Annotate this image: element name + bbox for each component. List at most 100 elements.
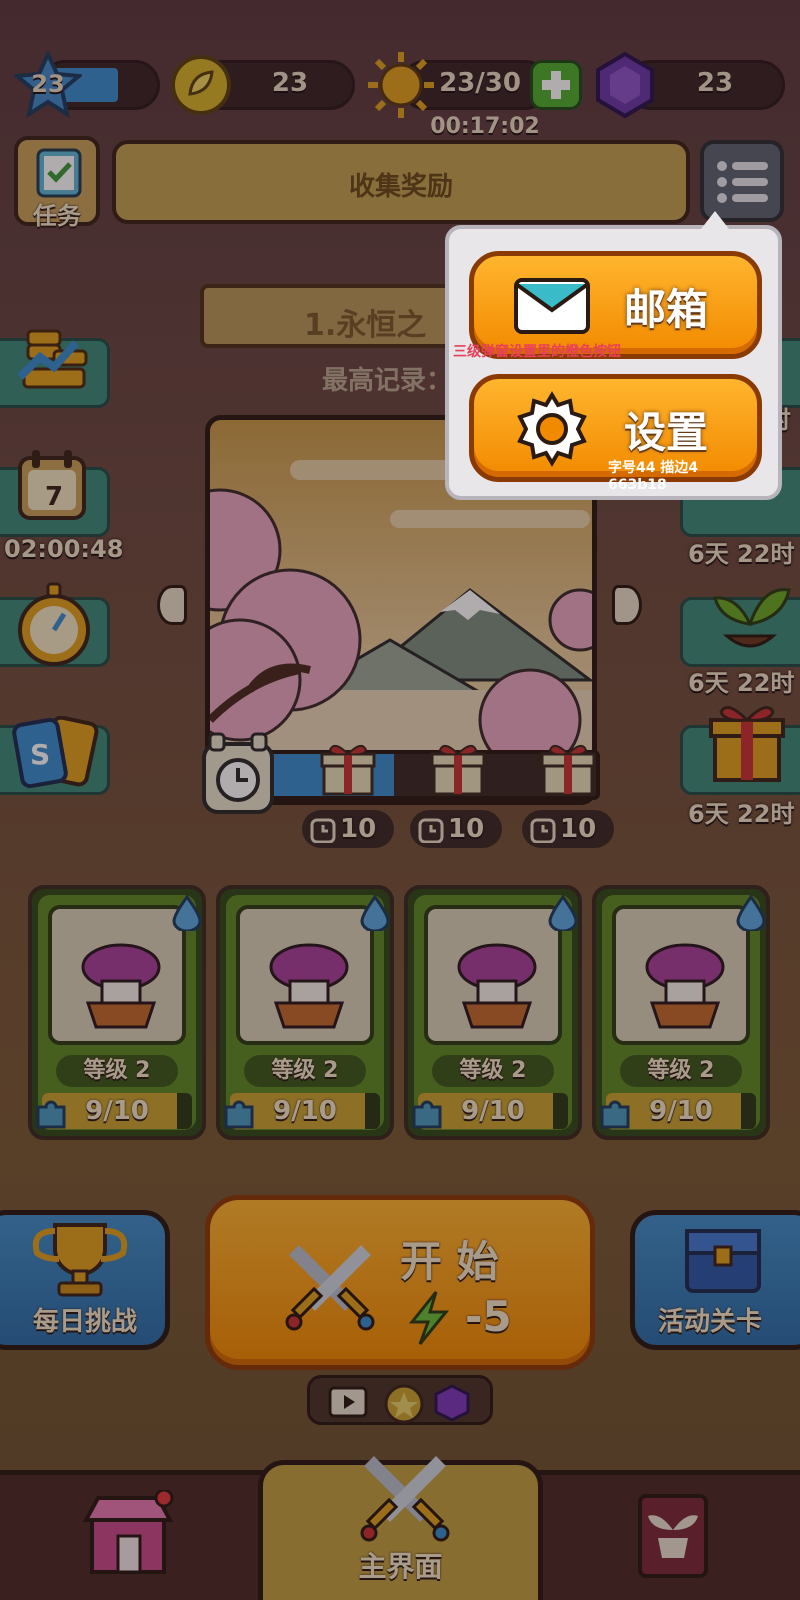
mail-icon	[514, 278, 590, 334]
plus-icon	[542, 71, 570, 99]
player-level: 23	[31, 70, 65, 98]
daily-challenge-button[interactable]: 每日挑战	[0, 1210, 170, 1350]
water-drop-icon	[172, 895, 202, 931]
start-cost: -5	[465, 1292, 512, 1341]
popup-annotation-top: 三级弹窗设置里的橙色按钮	[453, 344, 621, 360]
collect-reward-banner[interactable]: 收集奖励	[112, 140, 690, 224]
card-face	[236, 905, 374, 1045]
next-stage-arrow[interactable]	[612, 585, 642, 625]
gift-count-label: 10	[340, 814, 377, 844]
pot-plant-icon	[713, 588, 791, 648]
sun-icon	[366, 50, 436, 120]
settings-label: 设置	[624, 408, 709, 457]
side-button-ranking[interactable]	[0, 329, 110, 408]
nav-main-label: 主界面	[358, 1550, 443, 1583]
task-label: 任务	[33, 202, 81, 230]
water-drop-icon	[548, 895, 578, 931]
side-button-sprout[interactable]	[680, 588, 800, 667]
water-drop-icon	[360, 895, 390, 931]
trophy-icon	[32, 1223, 128, 1297]
add-energy-button[interactable]	[530, 60, 582, 110]
game-main-screen: 23 23 23/30 00:17:02 23 任务 收集奖励 1.永恒之 最高…	[0, 0, 800, 1600]
alarm-clock-icon	[530, 818, 556, 843]
mushroom-plant-icon	[81, 943, 161, 1029]
popup-annotation-bottom: 字号44 描边4 663b18	[608, 460, 699, 493]
menu-button[interactable]	[700, 140, 784, 222]
best-record-label: 最高记录：	[322, 366, 453, 396]
gem-icon	[590, 50, 660, 120]
chart-coins-icon	[17, 329, 88, 389]
daily-challenge-label: 每日挑战	[32, 1307, 137, 1337]
list-menu-icon	[717, 161, 768, 203]
right-timer-3: 6天 22时	[688, 669, 795, 697]
card-face	[424, 905, 562, 1045]
puzzle-icon	[36, 1100, 66, 1129]
settings-button[interactable]: 设置 字号44 描边4 663b18	[469, 374, 762, 493]
gem-icon	[434, 1384, 470, 1422]
puzzle-icon	[412, 1100, 442, 1129]
plant-card-1[interactable]: 等级 2 9/10	[28, 885, 206, 1140]
prev-stage-arrow[interactable]	[157, 585, 187, 625]
lightning-icon	[408, 1291, 450, 1345]
start-label: 开 始	[400, 1237, 499, 1286]
stopwatch-icon	[18, 582, 90, 666]
card-level: 等级 2	[432, 1055, 554, 1087]
popup-pointer	[701, 211, 729, 229]
start-button[interactable]: 开 始 -5	[205, 1195, 595, 1370]
card-face	[612, 905, 750, 1045]
gift-requirement-3: 10	[522, 810, 614, 848]
collect-reward-label: 收集奖励	[348, 172, 453, 202]
treasure-chest-icon	[685, 1229, 761, 1293]
card-face	[48, 905, 186, 1045]
side-button-cards[interactable]: S	[0, 716, 110, 795]
plant-card-2[interactable]: 等级 2 9/10	[216, 885, 394, 1140]
energy-timer: 00:17:02	[430, 114, 540, 139]
gear-icon	[517, 391, 587, 467]
leaf-icon	[170, 54, 232, 116]
gift-icon	[709, 706, 785, 782]
side-button-gift[interactable]	[680, 706, 800, 795]
nav-shop[interactable]	[80, 1488, 180, 1580]
clipboard-check-icon	[36, 148, 82, 198]
task-button[interactable]: 任务	[14, 136, 100, 230]
video-icon	[328, 1386, 368, 1418]
alarm-clock-icon	[310, 818, 336, 843]
gift-count-label: 10	[448, 814, 485, 844]
plant-card-4[interactable]: 等级 2 9/10	[592, 885, 770, 1140]
puzzle-icon	[600, 1100, 630, 1129]
mushroom-plant-icon	[645, 943, 725, 1029]
gift-icon[interactable]	[430, 740, 486, 796]
event-level-label: 活动关卡	[657, 1307, 762, 1337]
side-button-calendar[interactable]: 7	[0, 450, 110, 537]
alarm-clock-icon	[200, 730, 276, 816]
gift-requirement-2: 10	[410, 810, 502, 848]
pot-plant-icon	[638, 1494, 708, 1578]
nav-garden[interactable]	[630, 1490, 720, 1582]
right-timer-4: 6天 22时	[688, 800, 795, 828]
card-level: 等级 2	[620, 1055, 742, 1087]
crossed-swords-icon	[285, 1245, 375, 1331]
water-drop-icon	[736, 895, 766, 931]
nav-main[interactable]: 主界面	[258, 1456, 543, 1600]
alarm-clock-icon	[418, 818, 444, 843]
mailbox-label: 邮箱	[624, 285, 709, 334]
leaf-count: 23	[271, 68, 309, 98]
shop-icon	[82, 1488, 174, 1574]
mushroom-plant-icon	[457, 943, 537, 1029]
card-level: 等级 2	[244, 1055, 366, 1087]
puzzle-icon	[224, 1100, 254, 1129]
event-level-button[interactable]: 活动关卡	[630, 1210, 800, 1350]
mushroom-plant-icon	[269, 943, 349, 1029]
plant-card-3[interactable]: 等级 2 9/10	[404, 885, 582, 1140]
boost-row[interactable]	[307, 1375, 493, 1425]
star-coin-icon	[384, 1384, 424, 1424]
side-button-stopwatch[interactable]	[0, 582, 110, 667]
gift-icon[interactable]	[540, 740, 596, 796]
right-timer-2: 6天 22时	[688, 540, 795, 568]
svg-text:S: S	[30, 738, 50, 771]
gem-count: 23	[696, 68, 734, 98]
gift-icon[interactable]	[320, 740, 376, 796]
cards-icon: S	[12, 716, 99, 789]
gift-count-label: 10	[560, 814, 597, 844]
calendar-day: 7	[44, 482, 64, 512]
